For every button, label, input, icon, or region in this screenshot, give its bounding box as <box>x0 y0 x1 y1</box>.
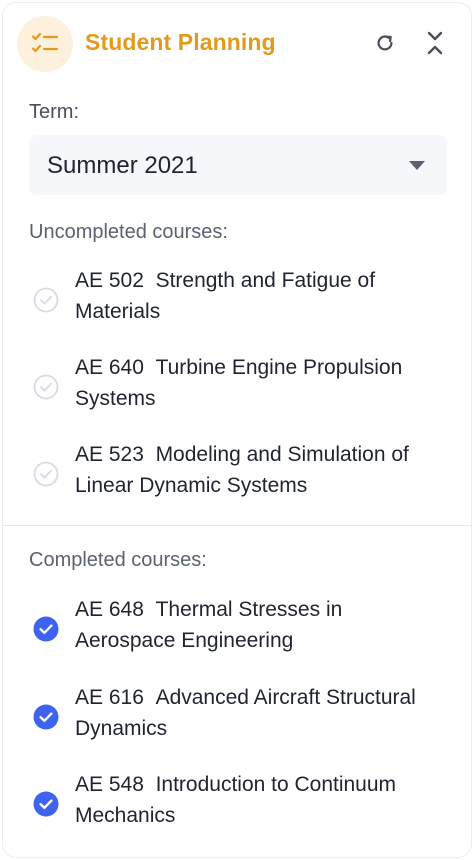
course-item[interactable]: AE 616 Advanced Aircraft Structural Dyna… <box>29 682 449 752</box>
collapse-button[interactable] <box>421 29 449 57</box>
check-circle-filled-icon[interactable] <box>33 791 59 817</box>
course-label: AE 502 Strength and Fatigue of Materials <box>75 269 376 323</box>
term-select-value: Summer 2021 <box>47 152 198 179</box>
caret-down-icon <box>409 161 425 170</box>
completed-courses-label: Completed courses: <box>29 549 207 571</box>
check-circle-outline-icon[interactable] <box>33 461 59 487</box>
check-circle-outline-icon[interactable] <box>33 374 59 400</box>
checklist-icon <box>17 16 73 72</box>
course-item[interactable]: AE 648 Thermal Stresses in Aerospace Eng… <box>29 594 449 664</box>
course-item[interactable]: AE 640 Turbine Engine Propulsion Systems <box>29 352 449 422</box>
check-circle-filled-icon[interactable] <box>33 616 59 642</box>
course-label: AE 523 Modeling and Simulation of Linear… <box>75 443 409 497</box>
term-select[interactable]: Summer 2021 <box>29 135 447 195</box>
check-circle-filled-icon[interactable] <box>33 704 59 730</box>
course-label: AE 648 Thermal Stresses in Aerospace Eng… <box>75 598 343 652</box>
course-item[interactable]: AE 502 Strength and Fatigue of Materials <box>29 265 449 335</box>
course-label: AE 640 Turbine Engine Propulsion Systems <box>75 356 403 410</box>
refresh-icon <box>377 35 393 51</box>
panel-header: Student Planning <box>3 3 471 87</box>
course-label: AE 616 Advanced Aircraft Structural Dyna… <box>75 686 416 740</box>
term-label: Term: <box>29 101 79 123</box>
uncompleted-courses-label: Uncompleted courses: <box>29 221 228 243</box>
check-circle-outline-icon[interactable] <box>33 287 59 313</box>
section-divider <box>3 525 471 526</box>
collapse-icon <box>427 31 443 55</box>
course-label: AE 548 Introduction to Continuum Mechani… <box>75 773 397 827</box>
student-planning-panel: Student Planning Term: Summer 2021 Uncom… <box>2 2 472 858</box>
panel-title: Student Planning <box>85 29 276 55</box>
course-item[interactable]: AE 548 Introduction to Continuum Mechani… <box>29 769 449 839</box>
course-item[interactable]: AE 523 Modeling and Simulation of Linear… <box>29 439 449 509</box>
refresh-button[interactable] <box>371 29 399 57</box>
